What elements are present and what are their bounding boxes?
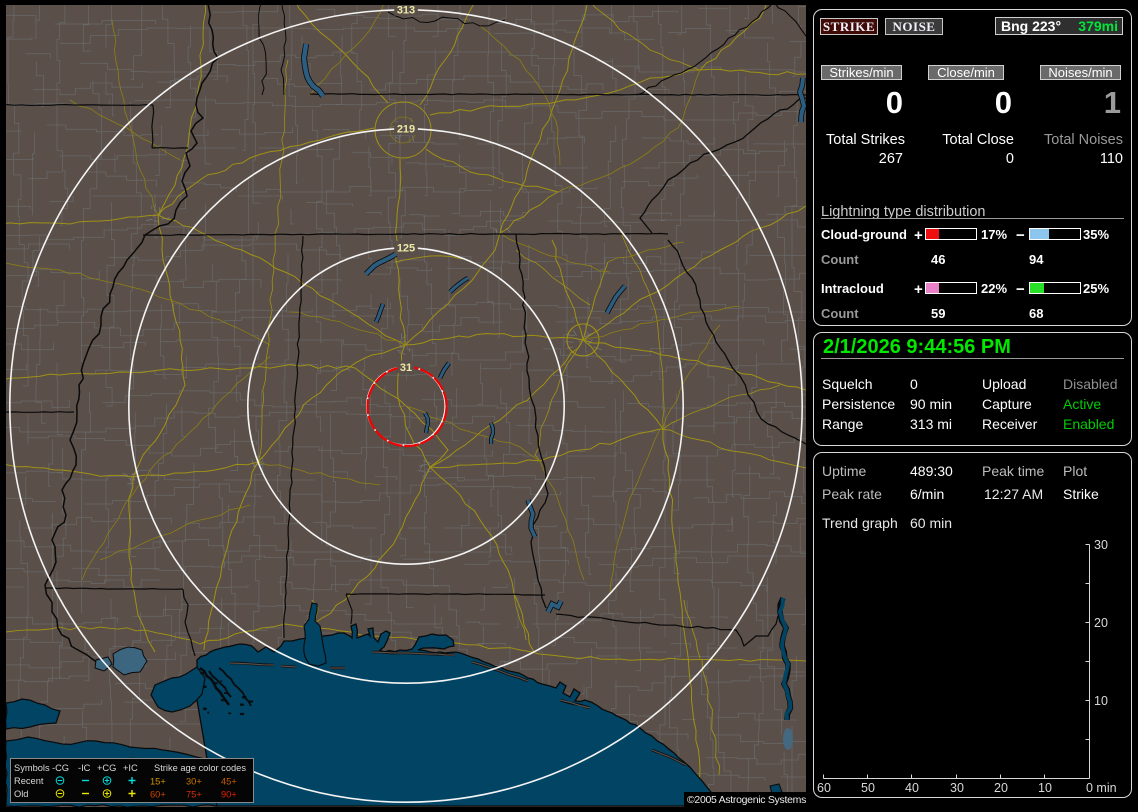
svg-text:313: 313 bbox=[397, 4, 415, 16]
svg-text:20: 20 bbox=[1094, 616, 1108, 630]
svg-text:©2005 Astrogenic Systems: ©2005 Astrogenic Systems bbox=[687, 794, 806, 806]
svg-text:10: 10 bbox=[1094, 694, 1108, 708]
svg-text:30: 30 bbox=[1094, 538, 1108, 552]
svg-text:20: 20 bbox=[994, 781, 1008, 795]
svg-text:75+: 75+ bbox=[186, 790, 202, 800]
svg-text:60+: 60+ bbox=[150, 790, 166, 800]
svg-text:40: 40 bbox=[905, 781, 919, 795]
svg-text:Old: Old bbox=[14, 789, 28, 799]
svg-text:219: 219 bbox=[397, 123, 415, 135]
svg-text:+CG: +CG bbox=[97, 763, 116, 773]
svg-text:Strike age color codes: Strike age color codes bbox=[154, 763, 246, 773]
svg-text:-CG: -CG bbox=[52, 763, 69, 773]
svg-text:30: 30 bbox=[950, 781, 964, 795]
svg-text:45+: 45+ bbox=[221, 777, 237, 787]
svg-text:15+: 15+ bbox=[150, 777, 166, 787]
svg-text:Recent: Recent bbox=[14, 776, 44, 786]
svg-text:31: 31 bbox=[400, 362, 412, 374]
svg-text:10: 10 bbox=[1038, 781, 1052, 795]
svg-text:-IC: -IC bbox=[78, 763, 91, 773]
svg-text:30+: 30+ bbox=[186, 777, 202, 787]
svg-text:125: 125 bbox=[397, 242, 415, 254]
svg-text:Symbols: Symbols bbox=[14, 763, 50, 773]
svg-text:+IC: +IC bbox=[123, 763, 138, 773]
svg-text:60: 60 bbox=[817, 781, 831, 795]
svg-text:50: 50 bbox=[861, 781, 875, 795]
svg-text:90+: 90+ bbox=[221, 790, 237, 800]
svg-text:0 min: 0 min bbox=[1086, 781, 1117, 795]
